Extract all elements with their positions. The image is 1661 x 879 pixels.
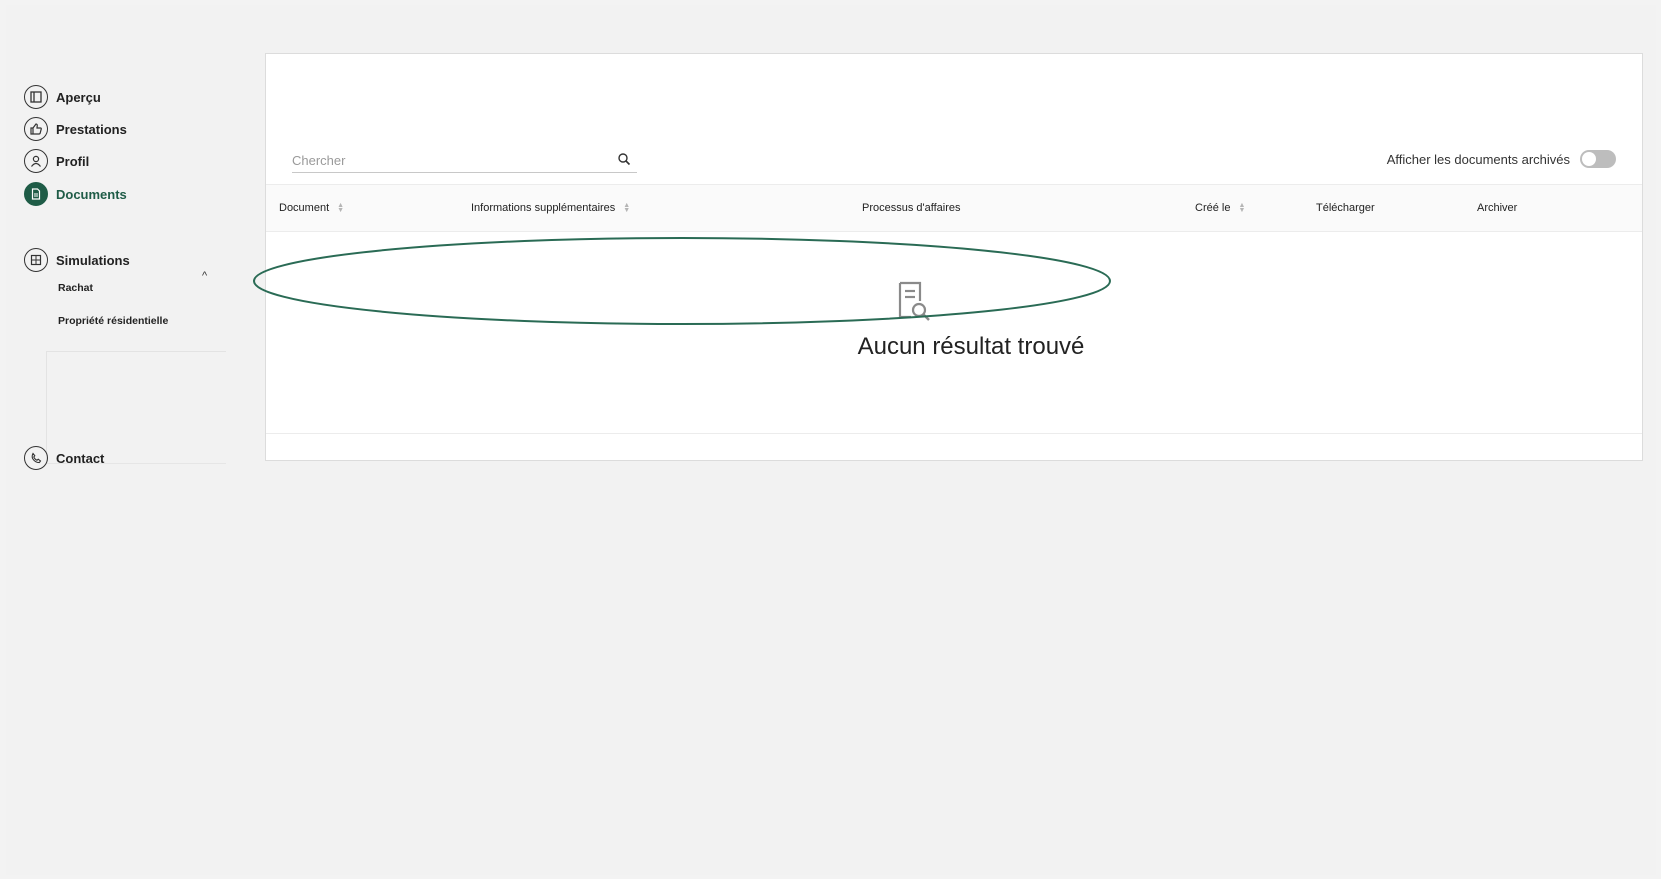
chevron-up-icon[interactable]: ^ [202,270,207,282]
table-header: Document ▲ ▼ Informations supplémentaires… [266,184,1642,232]
archive-toggle-group: Afficher les documents archivés [1387,150,1616,168]
app-frame: Aperçu Prestations Profil Documents Simu… [6,5,1656,875]
column-label: Créé le [1195,202,1231,214]
document-search-icon [898,281,930,321]
column-label: Télécharger [1316,202,1375,214]
documents-card: Afficher les documents archivés Document… [265,53,1643,461]
phone-icon [24,446,48,470]
document-icon [24,182,48,206]
toggle-knob [1582,152,1596,166]
column-label: Document [279,202,330,214]
column-label: Processus d'affaires [862,202,961,214]
sidebar-item-documents[interactable]: Documents [24,182,127,206]
archive-toggle[interactable] [1580,150,1616,168]
sidebar: Aperçu Prestations Profil Documents Simu… [6,5,246,875]
table-footer [266,433,1642,460]
column-header-processus: Processus d'affaires [862,185,961,231]
layout-icon [24,85,48,109]
sort-icon[interactable]: ▲ ▼ [623,202,630,214]
column-label: Informations supplémentaires [471,202,616,214]
sidebar-item-label: Prestations [56,121,127,137]
column-header-informations[interactable]: Informations supplémentaires ▲ ▼ [471,185,630,231]
thumbs-up-icon [24,117,48,141]
sidebar-item-label: Aperçu [56,89,101,105]
column-label: Archiver [1477,202,1518,214]
column-header-telecharger: Télécharger [1316,185,1375,231]
sidebar-item-label: Documents [56,186,127,202]
column-header-cree-le[interactable]: Créé le ▲ ▼ [1195,185,1245,231]
calculator-icon [24,248,48,272]
sidebar-item-simulations[interactable]: Simulations [24,248,130,272]
empty-state: Aucun résultat trouvé [266,230,1642,428]
sort-icon[interactable]: ▲ ▼ [337,202,344,214]
sidebar-subitem-propriete-residentielle[interactable]: Propriété résidentielle [58,315,168,327]
sidebar-item-profil[interactable]: Profil [24,149,89,173]
divider [46,351,226,352]
sidebar-item-label: Profil [56,153,90,169]
search-icon[interactable] [617,152,631,166]
archive-toggle-label: Afficher les documents archivés [1386,151,1570,167]
column-header-document[interactable]: Document ▲ ▼ [279,185,344,231]
sidebar-item-contact[interactable]: Contact [24,446,104,470]
sort-icon[interactable]: ▲ ▼ [1238,202,1245,214]
sidebar-subitem-rachat[interactable]: Rachat [58,282,93,294]
search-field [292,150,637,173]
empty-message: Aucun résultat trouvé [857,333,1085,360]
sidebar-item-label: Contact [56,450,105,466]
user-icon [24,149,48,173]
search-input[interactable] [292,150,592,170]
column-header-archiver: Archiver [1477,185,1517,231]
sidebar-item-label: Simulations [56,252,130,268]
sidebar-item-apercu[interactable]: Aperçu [24,85,101,109]
sidebar-item-prestations[interactable]: Prestations [24,117,127,141]
